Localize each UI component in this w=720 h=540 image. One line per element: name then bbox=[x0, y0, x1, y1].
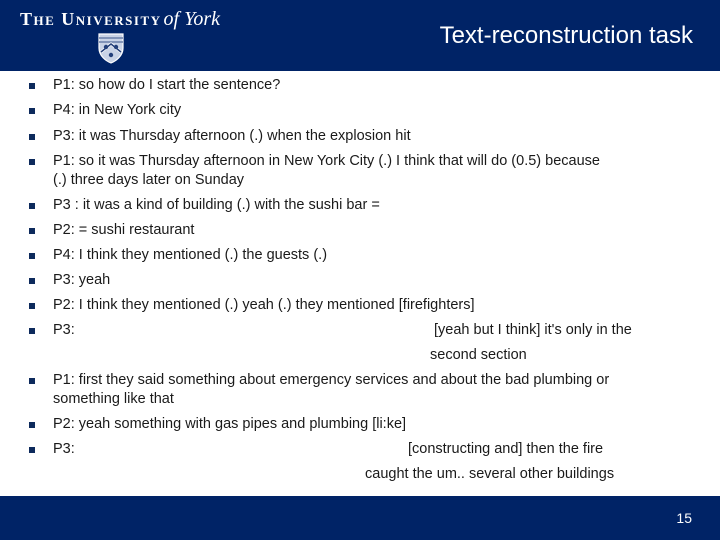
bullet-icon bbox=[29, 303, 35, 309]
utterance-speaker: P3: bbox=[53, 322, 75, 338]
bullet-icon bbox=[29, 228, 35, 234]
utterance-continuation: something like that bbox=[53, 391, 174, 407]
utterance-text: P2: I think they mentioned (.) yeah (.) … bbox=[53, 297, 475, 313]
university-logo: The University of York bbox=[20, 8, 220, 30]
header-bar: The University of York Text-reconstructio… bbox=[0, 0, 720, 71]
transcript-item: P1: first they said something about emer… bbox=[0, 370, 720, 410]
utterance-text: P1: first they said something about emer… bbox=[53, 372, 610, 388]
slide-title: Text-reconstruction task bbox=[439, 22, 693, 49]
bullet-icon bbox=[29, 422, 35, 428]
logo-script: of York bbox=[163, 8, 221, 30]
bullet-icon bbox=[29, 159, 35, 165]
utterance-text: P2: = sushi restaurant bbox=[53, 222, 195, 238]
logo-wordmark: The University bbox=[20, 9, 162, 29]
utterance-continuation: (.) three days later on Sunday bbox=[53, 172, 245, 188]
utterance-text: P4: in New York city bbox=[53, 102, 182, 118]
utterance-text: P1: so it was Thursday afternoon in New … bbox=[53, 153, 600, 169]
utterance-text: P1: so how do I start the sentence? bbox=[53, 77, 281, 93]
bullet-icon bbox=[29, 108, 35, 114]
bullet-icon bbox=[29, 447, 35, 453]
bullet-icon bbox=[29, 203, 35, 209]
bullet-icon bbox=[29, 83, 35, 89]
bullet-icon bbox=[29, 328, 35, 334]
footer-bar: 15 bbox=[0, 496, 720, 540]
bullet-icon bbox=[29, 253, 35, 259]
transcript-item: P3: [yeah but I think] it's only in the … bbox=[0, 320, 720, 365]
bullet-icon bbox=[29, 378, 35, 384]
page-number: 15 bbox=[676, 510, 692, 526]
utterance-continuation: second section bbox=[430, 347, 527, 363]
utterance-continuation: caught the um.. several other buildings bbox=[365, 466, 615, 482]
utterance-text: P4: I think they mentioned (.) the guest… bbox=[53, 247, 328, 263]
utterance-text: P2: yeah something with gas pipes and pl… bbox=[53, 416, 407, 432]
university-crest-icon bbox=[98, 33, 124, 64]
utterance-text: P3 : it was a kind of building (.) with … bbox=[53, 197, 380, 213]
utterance-text: P3: it was Thursday afternoon (.) when t… bbox=[53, 128, 411, 144]
utterance-speaker: P3: bbox=[53, 441, 75, 457]
overlap-text: [yeah but I think] it's only in the bbox=[434, 322, 632, 338]
utterance-text: P3: yeah bbox=[53, 272, 111, 288]
overlap-text: [constructing and] then the fire bbox=[408, 441, 604, 457]
bullet-icon bbox=[29, 134, 35, 140]
transcript-item: P3: [constructing and] then the fire cau… bbox=[0, 439, 720, 484]
transcript-item: P1: so it was Thursday afternoon in New … bbox=[0, 151, 720, 191]
bullet-icon bbox=[29, 278, 35, 284]
